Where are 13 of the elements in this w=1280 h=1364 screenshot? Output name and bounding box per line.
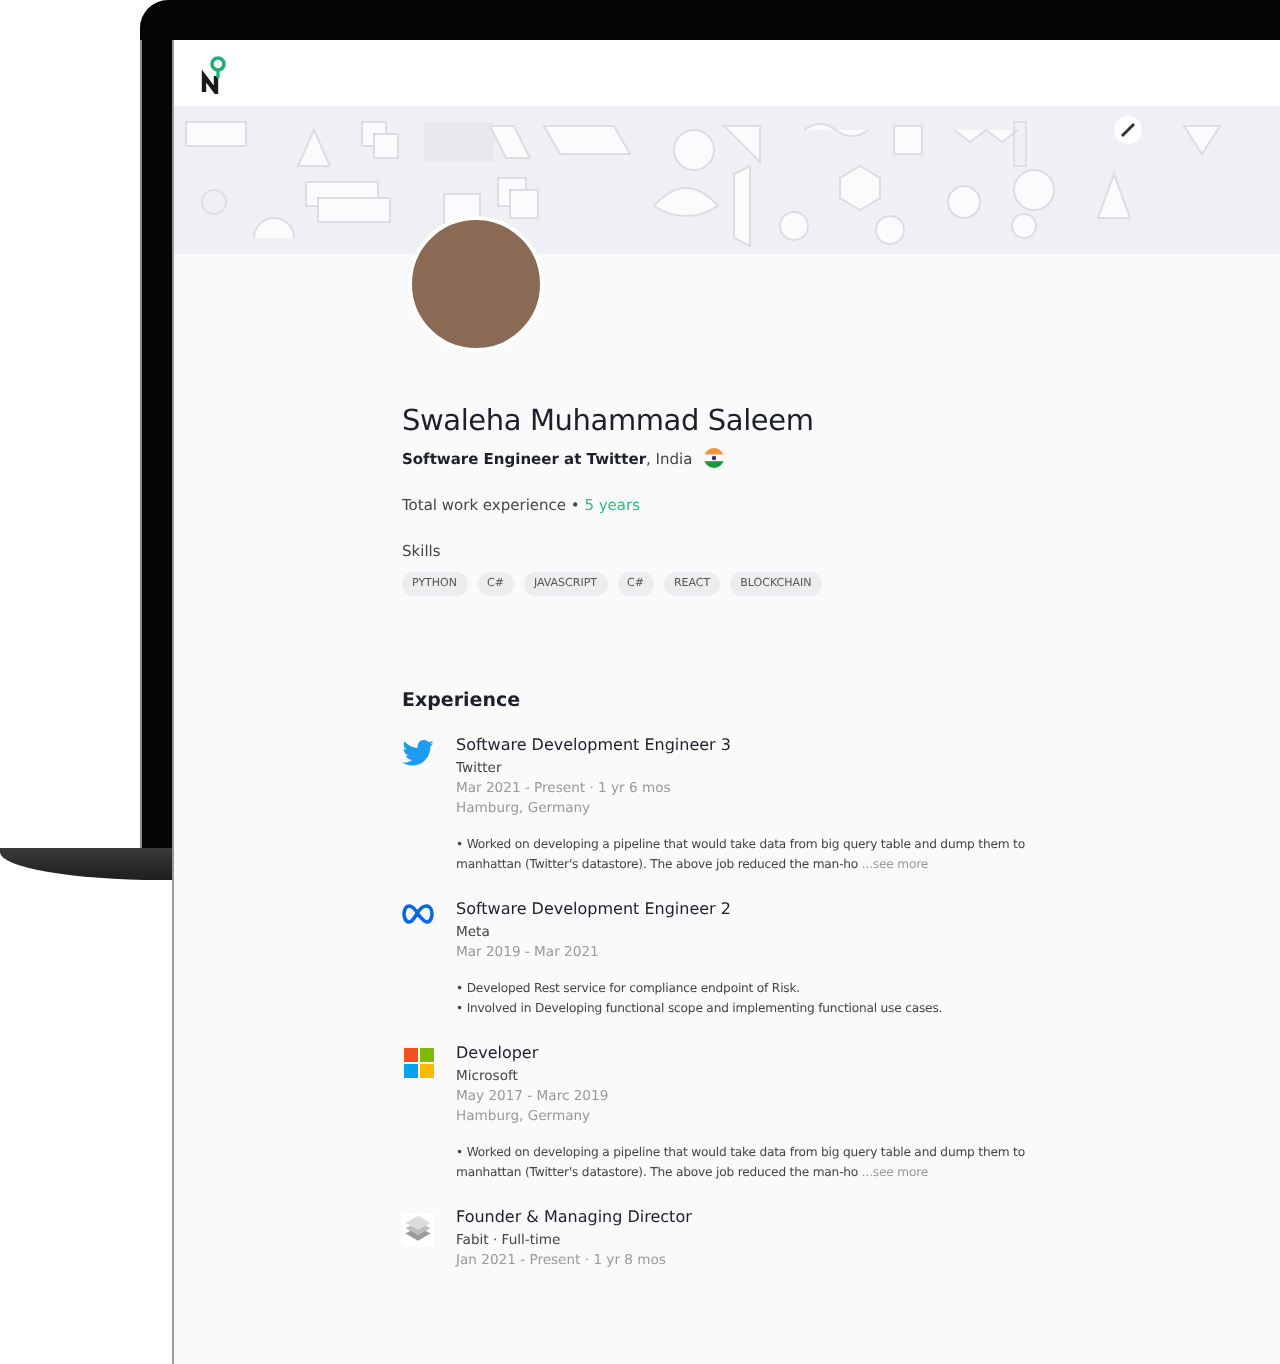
section-heading: Experience — [402, 690, 523, 712]
job-title: Software Development Engineer 2 — [456, 900, 733, 918]
job-title: Developer — [456, 1044, 541, 1062]
job-title: Software Development Engineer 3 — [456, 736, 733, 754]
four-squares-icon — [402, 1048, 434, 1078]
logo-icon[interactable] — [200, 53, 228, 93]
edit-button[interactable] — [1114, 116, 1142, 144]
pencil-icon — [1120, 122, 1136, 138]
twitter-bird-icon — [402, 740, 434, 766]
job-title: Founder & Managing Director — [456, 1208, 692, 1226]
infinity-icon — [402, 904, 434, 924]
flag-icon — [704, 448, 725, 468]
profile-name: Swaleha Muhammad Saleem — [402, 406, 816, 438]
